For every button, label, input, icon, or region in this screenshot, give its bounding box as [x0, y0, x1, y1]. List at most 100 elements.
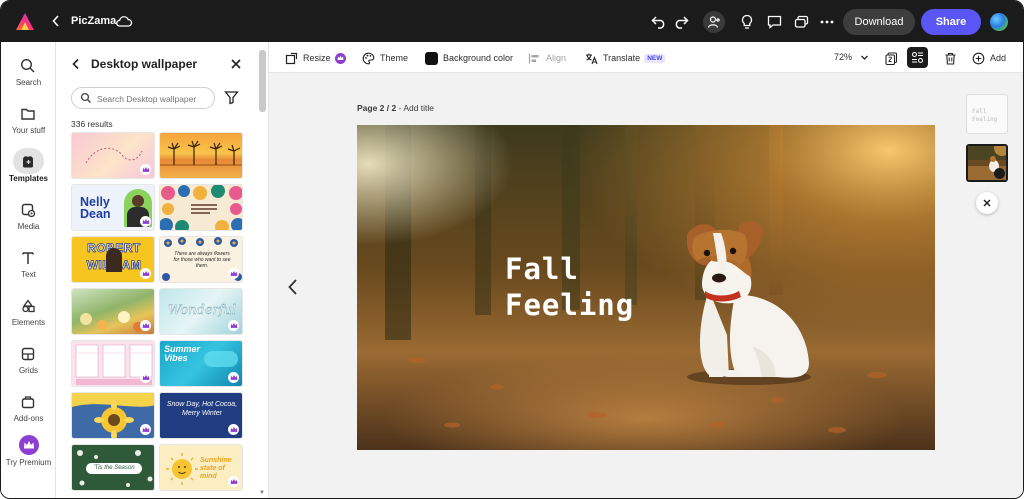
back-icon[interactable]	[70, 57, 82, 71]
rail-label: Media	[17, 222, 40, 231]
adobe-express-logo[interactable]	[15, 12, 35, 32]
close-pages-button[interactable]	[976, 192, 998, 214]
template-thumb[interactable]: Wonderful	[159, 288, 243, 335]
download-button[interactable]: Download	[843, 9, 915, 35]
align-label: Align	[546, 53, 567, 63]
search-input[interactable]	[97, 91, 209, 106]
undo-icon[interactable]	[649, 12, 669, 32]
thumb-text: Summer Vibes	[164, 344, 201, 363]
template-thumb[interactable]	[71, 288, 155, 335]
page-title-placeholder[interactable]: Add title	[403, 103, 434, 113]
layers-toggle-button[interactable]	[907, 47, 928, 68]
page-thumbnail-1[interactable]: Fall Feeling	[966, 94, 1008, 134]
template-thumb[interactable]: Sunshine state of mind	[159, 444, 243, 491]
rail-item-your-stuff[interactable]: Your stuff	[1, 105, 56, 145]
delete-page-button[interactable]	[941, 49, 959, 67]
template-thumb[interactable]	[159, 132, 243, 179]
cloud-sync-icon[interactable]	[115, 13, 133, 29]
title-line-2[interactable]: Feeling	[505, 287, 634, 323]
rail-label: Search	[15, 78, 42, 87]
rail-item-search[interactable]: Search	[1, 57, 56, 97]
design-canvas[interactable]: Fall Feeling	[357, 125, 935, 450]
search-field[interactable]	[71, 87, 215, 109]
add-page-button[interactable]: Add	[972, 51, 1006, 65]
app-name[interactable]: PicZama	[71, 15, 116, 27]
template-thumb[interactable]: Snow Day, Hot Cocoa, Merry Winter	[159, 392, 243, 439]
template-thumb[interactable]: Nelly Dean	[71, 184, 155, 231]
template-thumb[interactable]: 'Tis the Season	[71, 444, 155, 491]
invite-user-icon[interactable]	[703, 11, 725, 33]
rail-item-elements[interactable]: Elements	[1, 297, 56, 337]
layers-icon	[911, 51, 924, 64]
template-thumb[interactable]	[71, 132, 155, 179]
premium-crown-icon	[228, 320, 239, 331]
template-thumb[interactable]: Summer Vibes	[159, 340, 243, 387]
layers-badge-icon	[994, 168, 1005, 179]
premium-crown-icon	[140, 372, 151, 383]
template-thumb[interactable]: There are always flowers for those who w…	[159, 236, 243, 283]
panel-scrollbar[interactable]	[259, 50, 266, 112]
translate-label: Translate	[603, 53, 641, 63]
translate-icon	[586, 53, 598, 64]
page-thumbnail-2[interactable]	[966, 144, 1008, 182]
title-line-1[interactable]: Fall	[505, 251, 634, 287]
panel-title: Desktop wallpaper	[91, 57, 198, 71]
search-icon	[80, 92, 91, 103]
rail-label: Try Premium	[5, 458, 52, 467]
align-icon	[528, 53, 539, 63]
align-button[interactable]: Align	[528, 51, 566, 65]
design-title[interactable]: Fall Feeling	[505, 251, 634, 323]
present-icon[interactable]	[791, 12, 811, 32]
rail-item-try-premium[interactable]: Try Premium	[1, 435, 56, 477]
bgcolor-label: Background color	[443, 53, 514, 63]
thumb-text: There are always flowers for those who w…	[173, 251, 231, 269]
add-label: Add	[990, 53, 1007, 63]
template-thumb[interactable]	[71, 340, 155, 387]
redo-icon[interactable]	[671, 12, 691, 32]
rail-item-media[interactable]: Media	[1, 201, 56, 241]
folder-icon	[21, 108, 35, 120]
template-thumb[interactable]	[159, 184, 243, 231]
resize-button[interactable]: Resize	[285, 51, 346, 65]
close-icon[interactable]	[229, 57, 243, 71]
rail-label: Elements	[11, 318, 46, 327]
zoom-level[interactable]: 72%	[834, 52, 852, 62]
template-thumb[interactable]	[71, 392, 155, 439]
rail-item-add-ons[interactable]: Add-ons	[1, 393, 56, 433]
search-icon	[20, 58, 35, 73]
share-button[interactable]: Share	[921, 9, 981, 35]
premium-crown-icon	[228, 268, 239, 279]
templates-icon	[23, 156, 33, 168]
thumb-text: 'Tis the Season	[93, 465, 135, 471]
premium-crown-icon	[140, 320, 151, 331]
theme-button[interactable]: Theme	[362, 51, 408, 65]
elements-icon	[22, 299, 35, 313]
chevron-down-icon[interactable]	[860, 53, 869, 62]
app-window: PicZama Download Share Search Your stuff…	[0, 0, 1024, 499]
new-badge: NEW	[644, 53, 666, 63]
lightbulb-icon[interactable]	[737, 12, 757, 32]
page-label[interactable]: Page 2 / 2 - Add title	[357, 103, 434, 113]
back-icon[interactable]	[49, 12, 63, 30]
more-options-icon[interactable]	[817, 12, 837, 32]
previous-page-icon[interactable]	[286, 277, 300, 297]
background-color-button[interactable]: Background color	[425, 51, 513, 65]
page-thumbnail-text: Fall Feeling	[972, 108, 997, 124]
top-bar: PicZama Download Share	[1, 1, 1023, 42]
editor-toolbar: Resize Theme Background color Align Tran…	[269, 42, 1023, 73]
palette-icon	[362, 52, 375, 64]
rail-label: Grids	[18, 366, 39, 375]
rail-item-grids[interactable]: Grids	[1, 345, 56, 385]
page-number-button[interactable]	[882, 49, 900, 67]
translate-button[interactable]: Translate NEW	[585, 51, 666, 65]
rail-item-templates[interactable]: Templates	[1, 148, 56, 193]
grid-icon	[21, 347, 35, 361]
comment-icon[interactable]	[764, 12, 784, 32]
avatar[interactable]	[990, 13, 1008, 31]
page-thumb-line-1: Fall	[972, 108, 987, 115]
filter-icon[interactable]	[224, 90, 239, 105]
rail-item-text[interactable]: Text	[1, 249, 56, 289]
template-thumb[interactable]: ROBERT WILLIAM	[71, 236, 155, 283]
scroll-down-icon[interactable]: ▼	[259, 490, 267, 496]
dog-photo[interactable]	[357, 125, 935, 450]
